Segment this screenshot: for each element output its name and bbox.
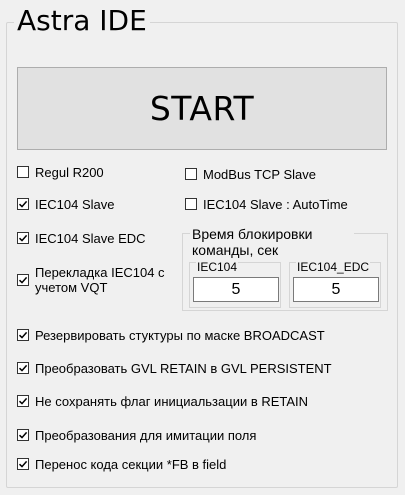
checkbox-iec104-slave[interactable]: IEC104 Slave	[17, 197, 115, 212]
checkmark-icon	[18, 431, 28, 439]
checkbox-box[interactable]	[17, 198, 29, 210]
checkbox-label: Перенос кода секции *FB в field	[35, 457, 227, 472]
checkmark-icon	[18, 397, 28, 405]
checkmark-icon	[18, 200, 28, 208]
checkbox-reserve-broadcast[interactable]: Резервировать стуктуры по маске BROADCAS…	[17, 328, 325, 343]
app-title: Astra IDE	[14, 4, 150, 38]
checkmark-icon	[18, 234, 28, 242]
iec104-lock-time-input[interactable]: 5	[193, 277, 279, 302]
checkbox-box[interactable]	[185, 168, 197, 180]
checkbox-box[interactable]	[17, 232, 29, 244]
checkbox-regul-r200[interactable]: Regul R200	[17, 165, 104, 180]
checkmark-icon	[18, 364, 28, 372]
iec104-edc-label: IEC104_EDC	[296, 260, 371, 274]
checkmark-icon	[18, 276, 28, 284]
checkbox-box[interactable]	[17, 329, 29, 341]
checkbox-field-simulation[interactable]: Преобразования для имитации поля	[17, 428, 256, 443]
checkbox-label: IEC104 Slave EDC	[35, 231, 146, 246]
checkbox-label: Regul R200	[35, 165, 104, 180]
checkbox-label: IEC104 Slave : AutoTime	[203, 197, 348, 212]
checkbox-iec104-slave-edc[interactable]: IEC104 Slave EDC	[17, 231, 146, 246]
checkbox-iec104-slave-autotime[interactable]: IEC104 Slave : AutoTime	[185, 197, 348, 212]
checkbox-box[interactable]	[17, 429, 29, 441]
iec104-edc-lock-time-input[interactable]: 5	[293, 277, 379, 302]
checkbox-box[interactable]	[17, 362, 29, 374]
checkbox-box[interactable]	[185, 198, 197, 210]
checkbox-label: ModBus TCP Slave	[203, 167, 316, 182]
checkbox-retain-to-persistent[interactable]: Преобразовать GVL RETAIN в GVL PERSISTEN…	[17, 361, 332, 376]
checkbox-box[interactable]	[17, 395, 29, 407]
iec104-label: IEC104	[196, 260, 239, 274]
checkbox-label: Преобразования для имитации поля	[35, 428, 257, 443]
lock-time-title: Время блокировки команды, сек	[190, 226, 354, 258]
checkbox-box[interactable]	[17, 166, 29, 178]
checkmark-icon	[18, 460, 28, 468]
checkbox-modbus-tcp-slave[interactable]: ModBus TCP Slave	[185, 167, 316, 182]
checkbox-box[interactable]	[17, 274, 29, 286]
checkbox-no-init-flag-retain[interactable]: Не сохранять флаг инициальзации в RETAIN	[17, 394, 308, 409]
checkbox-label: Преобразовать GVL RETAIN в GVL PERSISTEN…	[35, 361, 332, 376]
start-button[interactable]: START	[17, 67, 387, 150]
checkbox-box[interactable]	[17, 458, 29, 470]
checkbox-label: IEC104 Slave	[35, 197, 115, 212]
checkbox-label: Перекладка IEC104 с учетом VQT	[35, 265, 165, 295]
checkbox-iec104-vqt[interactable]: Перекладка IEC104 с учетом VQT	[17, 265, 177, 295]
checkbox-label: Не сохранять флаг инициальзации в RETAIN	[35, 394, 309, 409]
checkbox-move-fb-code[interactable]: Перенос кода секции *FB в field	[17, 457, 226, 472]
checkmark-icon	[18, 331, 28, 339]
checkbox-label: Резервировать стуктуры по маске BROADCAS…	[35, 328, 325, 343]
